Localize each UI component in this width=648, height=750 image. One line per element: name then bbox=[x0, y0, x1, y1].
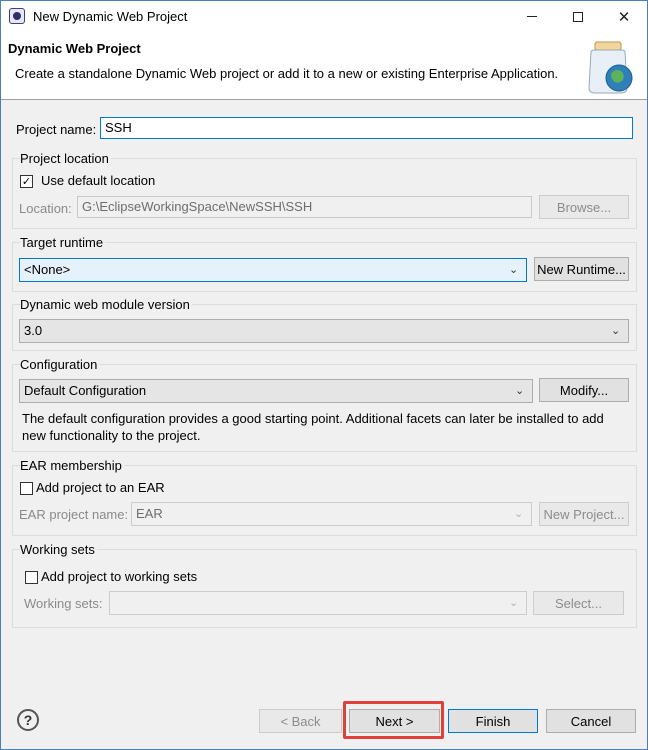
new-runtime-button[interactable]: New Runtime... bbox=[534, 257, 629, 281]
modify-button[interactable]: Modify... bbox=[539, 378, 629, 402]
use-default-location-checkbox[interactable]: ✓ bbox=[20, 175, 33, 188]
web-project-jar-icon bbox=[588, 41, 633, 94]
ear-project-name-value: EAR bbox=[136, 506, 163, 521]
working-sets-label: Working sets: bbox=[24, 596, 103, 611]
browse-button[interactable]: Browse... bbox=[539, 195, 629, 219]
chevron-down-icon: ⌄ bbox=[515, 384, 525, 397]
new-project-button[interactable]: New Project... bbox=[539, 502, 629, 526]
chevron-down-icon: ⌄ bbox=[509, 263, 519, 276]
select-working-sets-button[interactable]: Select... bbox=[533, 591, 624, 615]
configuration-value: Default Configuration bbox=[24, 383, 147, 398]
banner-title: Dynamic Web Project bbox=[8, 41, 141, 56]
maximize-button[interactable] bbox=[555, 1, 601, 32]
ear-project-name-select[interactable]: EAR ⌄ bbox=[131, 502, 532, 526]
working-sets-select[interactable]: ⌄ bbox=[109, 591, 527, 615]
window-title: New Dynamic Web Project bbox=[33, 9, 188, 24]
configuration-description-line1: The default configuration provides a goo… bbox=[22, 411, 604, 426]
add-to-ear-label: Add project to an EAR bbox=[36, 480, 165, 495]
project-location-title: Project location bbox=[20, 151, 111, 166]
target-runtime-value: <None> bbox=[24, 262, 71, 277]
eclipse-icon bbox=[9, 8, 25, 24]
use-default-location-label: Use default location bbox=[41, 173, 156, 188]
chevron-down-icon: ⌄ bbox=[514, 507, 524, 520]
module-version-select[interactable]: 3.0 ⌄ bbox=[19, 319, 629, 343]
chevron-down-icon: ⌄ bbox=[509, 596, 519, 609]
add-to-ear-checkbox[interactable] bbox=[20, 482, 33, 495]
close-button[interactable]: ✕ bbox=[601, 1, 647, 32]
location-label: Location: bbox=[19, 201, 72, 216]
project-name-label: Project name: bbox=[16, 122, 97, 137]
add-to-working-sets-label: Add project to working sets bbox=[41, 569, 198, 584]
finish-button[interactable]: Finish bbox=[448, 709, 538, 733]
target-runtime-title: Target runtime bbox=[20, 235, 106, 250]
ear-membership-title: EAR membership bbox=[20, 458, 124, 473]
working-sets-group bbox=[12, 549, 637, 628]
back-button[interactable]: < Back bbox=[259, 709, 342, 733]
chevron-down-icon: ⌄ bbox=[611, 324, 621, 337]
project-name-input[interactable]: SSH bbox=[100, 117, 633, 139]
configuration-description-line2: new functionality to the project. bbox=[22, 428, 201, 443]
location-input[interactable]: G:\EclipseWorkingSpace\NewSSH\SSH bbox=[77, 196, 532, 218]
help-icon[interactable]: ? bbox=[17, 709, 39, 731]
wizard-banner: Dynamic Web Project Create a standalone … bbox=[1, 32, 647, 100]
minimize-button[interactable] bbox=[509, 1, 555, 32]
next-button-highlight bbox=[343, 701, 444, 739]
add-to-working-sets-checkbox[interactable] bbox=[25, 571, 38, 584]
dialog-window: New Dynamic Web Project ✕ Dynamic Web Pr… bbox=[0, 0, 648, 750]
ear-project-name-label: EAR project name: bbox=[19, 507, 129, 522]
configuration-title: Configuration bbox=[20, 357, 100, 372]
close-icon: ✕ bbox=[617, 7, 631, 26]
module-version-title: Dynamic web module version bbox=[20, 297, 192, 312]
configuration-select[interactable]: Default Configuration ⌄ bbox=[19, 379, 533, 403]
minimize-icon bbox=[527, 16, 537, 17]
checkmark-icon: ✓ bbox=[21, 175, 32, 188]
module-version-value: 3.0 bbox=[24, 323, 43, 338]
cancel-button[interactable]: Cancel bbox=[546, 709, 636, 733]
banner-description: Create a standalone Dynamic Web project … bbox=[15, 66, 559, 81]
target-runtime-select[interactable]: <None> ⌄ bbox=[19, 258, 527, 282]
working-sets-title: Working sets bbox=[20, 542, 97, 557]
maximize-icon bbox=[573, 11, 583, 22]
title-bar: New Dynamic Web Project ✕ bbox=[1, 1, 647, 32]
